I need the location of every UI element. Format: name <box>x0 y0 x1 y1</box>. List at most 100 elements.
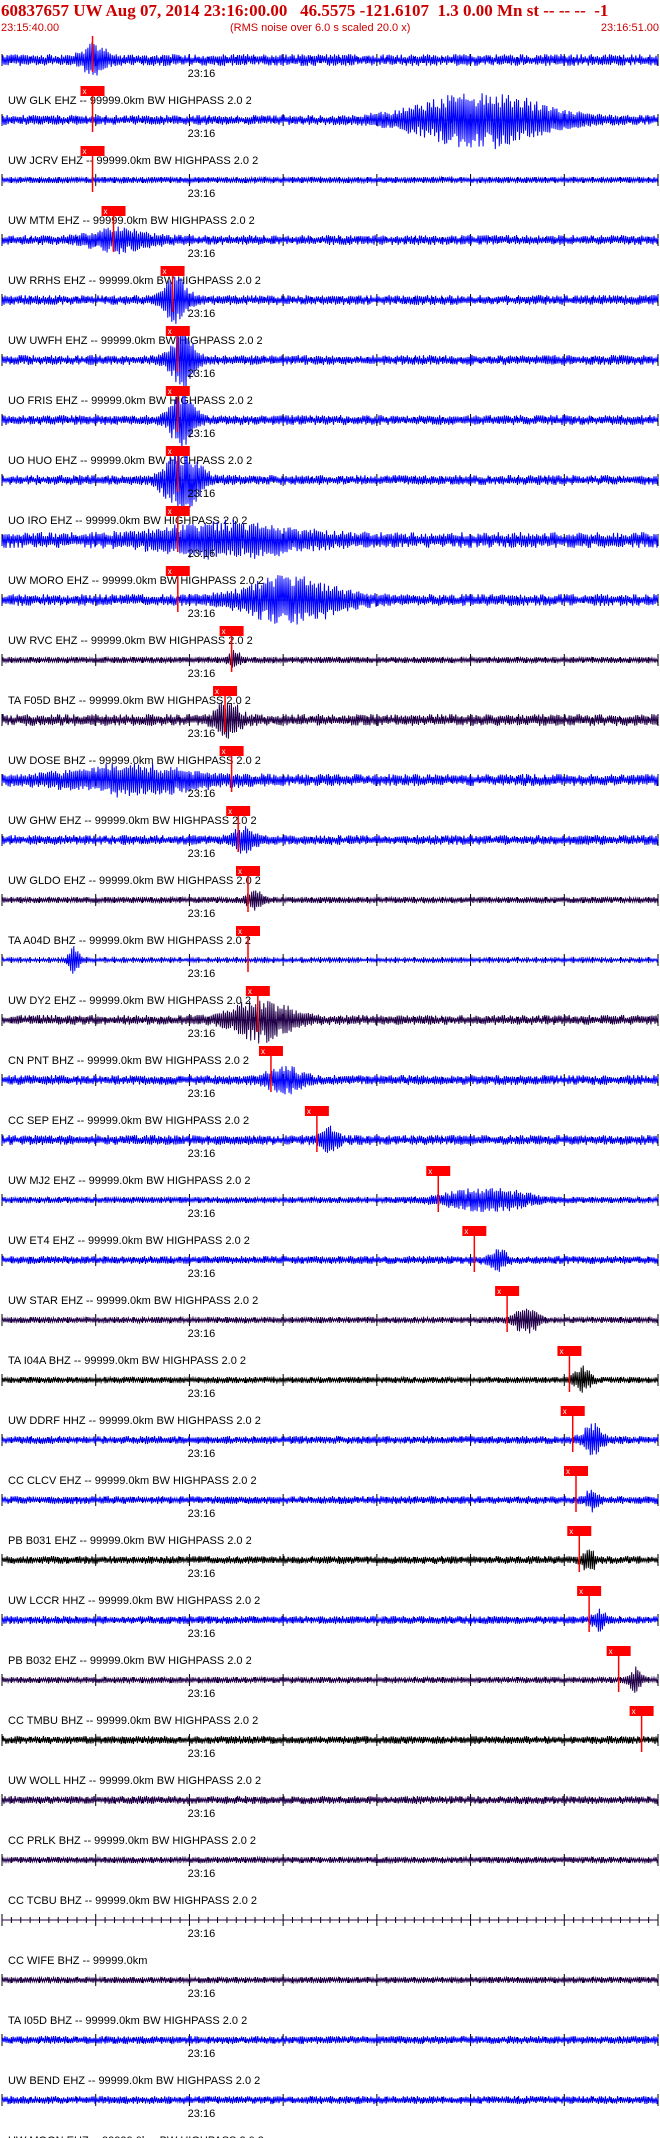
station-label: UW MJ2 EHZ -- 99999.0km BW HIGHPASS 2.0 … <box>8 1175 250 1187</box>
event-title: 60837657 UW Aug 07, 2014 23:16:00.00 46.… <box>1 1 609 20</box>
station-label: UW MTM EHZ -- 99999.0km BW HIGHPASS 2.0 … <box>8 215 255 227</box>
pick-flag-text: x <box>238 867 242 876</box>
time-mark-label: 23:16 <box>188 368 216 380</box>
trace-waveform <box>1 1365 659 1393</box>
pick-flag-text: x <box>563 1407 567 1416</box>
station-label: CC PRLK BHZ -- 99999.0km BW HIGHPASS 2.0… <box>8 1835 256 1847</box>
time-mark-label: 23:16 <box>188 1268 216 1280</box>
station-label: CC CLCV EHZ -- 99999.0km BW HIGHPASS 2.0… <box>8 1475 257 1487</box>
time-mark-label: 23:16 <box>188 308 216 320</box>
time-mark-label: 23:16 <box>188 1868 216 1880</box>
station-label: UW JCRV EHZ -- 99999.0km BW HIGHPASS 2.0… <box>8 155 258 167</box>
time-mark-label: 23:16 <box>188 128 216 140</box>
station-label: CC WIFE BHZ -- 99999.0km <box>8 1955 147 1967</box>
pick-flag-text: x <box>497 1287 501 1296</box>
station-label: CC TMBU BHZ -- 99999.0km BW HIGHPASS 2.0… <box>8 1715 258 1727</box>
pick-flag-text: x <box>228 807 232 816</box>
time-mark-label: 23:16 <box>188 488 216 500</box>
time-mark-label: 23:16 <box>188 1628 216 1640</box>
pick-flag-text: x <box>222 627 226 636</box>
pick-flag-text: x <box>307 1107 311 1116</box>
pick-flag-text: x <box>238 927 242 936</box>
time-mark-label: 23:16 <box>188 788 216 800</box>
pick-flag-text: x <box>168 327 172 336</box>
time-mark-label: 23:16 <box>188 68 216 80</box>
station-label: UW UWFH EHZ -- 99999.0km BW HIGHPASS 2.0… <box>8 335 263 347</box>
trace-waveform <box>1 1000 659 1044</box>
time-mark-label: 23:16 <box>188 1928 216 1940</box>
station-label: TA I05D BHZ -- 99999.0km BW HIGHPASS 2.0… <box>8 2015 247 2027</box>
time-mark-label: 23:16 <box>188 1568 216 1580</box>
pick-flag-text: x <box>569 1527 573 1536</box>
station-label: UW GHW EHZ -- 99999.0km BW HIGHPASS 2.0 … <box>8 815 257 827</box>
station-label: UO IRO EHZ -- 99999.0km BW HIGHPASS 2.0 … <box>8 515 247 527</box>
station-label: TA A04D BHZ -- 99999.0km BW HIGHPASS 2.0… <box>8 935 251 947</box>
station-label: UW DDRF HHZ -- 99999.0km BW HIGHPASS 2.0… <box>8 1415 261 1427</box>
station-label: UW DY2 EHZ -- 99999.0km BW HIGHPASS 2.0 … <box>8 995 251 1007</box>
time-mark-label: 23:16 <box>188 248 216 260</box>
trace-waveform <box>1 1249 659 1272</box>
start-time: 23:15:40.00 <box>1 22 60 34</box>
trace-waveform <box>1 1549 659 1571</box>
time-mark-label: 23:16 <box>188 1808 216 1820</box>
station-label: UW RRHS EHZ -- 99999.0km BW HIGHPASS 2.0… <box>8 275 261 287</box>
time-mark-label: 23:16 <box>188 548 216 560</box>
time-mark-label: 23:16 <box>188 188 216 200</box>
trace-waveform <box>1 826 659 854</box>
time-mark-label: 23:16 <box>188 968 216 980</box>
time-mark-label: 23:16 <box>188 908 216 920</box>
station-label: UW ET4 EHZ -- 99999.0km BW HIGHPASS 2.0 … <box>8 1235 250 1247</box>
time-mark-label: 23:16 <box>188 1508 216 1520</box>
time-mark-label: 23:16 <box>188 1028 216 1040</box>
pick-flag-text: x <box>168 447 172 456</box>
seismogram-plot: x 23:16 UW GLK EHZ -- 99999.0km BW HIGHPAS… <box>1 36 659 2138</box>
time-mark-label: 23:16 <box>188 1148 216 1160</box>
time-mark-label: 23:16 <box>188 428 216 440</box>
trace-waveform <box>1 763 659 798</box>
station-label: UW BEND EHZ -- 99999.0km BW HIGHPASS 2.0… <box>8 2075 260 2087</box>
station-label: UO HUO EHZ -- 99999.0km BW HIGHPASS 2.0 … <box>8 455 252 467</box>
trace-waveform <box>1 1188 659 1213</box>
pick-flag-text: x <box>104 207 108 216</box>
time-mark-label: 23:16 <box>188 2108 216 2120</box>
pick-flag-text: x <box>464 1227 468 1236</box>
trace-waveform <box>1 702 659 739</box>
pick-flag-text: x <box>261 1047 265 1056</box>
pick-flag-text: x <box>579 1587 583 1596</box>
station-label: PB B031 EHZ -- 99999.0km BW HIGHPASS 2.0… <box>8 1535 252 1547</box>
pick-flag-text: x <box>168 507 172 516</box>
time-mark-label: 23:16 <box>188 1448 216 1460</box>
pick-flag-text: x <box>163 267 167 276</box>
station-label: TA I04A BHZ -- 99999.0km BW HIGHPASS 2.0… <box>8 1355 246 1367</box>
pick-flag-text: x <box>83 147 87 156</box>
station-label: CN PNT BHZ -- 99999.0km BW HIGHPASS 2.0 … <box>8 1055 249 1067</box>
time-mark-label: 23:16 <box>188 1208 216 1220</box>
pick-flag-text: x <box>559 1347 563 1356</box>
trace-waveform <box>1 890 659 911</box>
station-label: UW RVC EHZ -- 99999.0km BW HIGHPASS 2.0 … <box>8 635 253 647</box>
station-label: UW STAR EHZ -- 99999.0km BW HIGHPASS 2.0… <box>8 1295 258 1307</box>
trace-waveform <box>1 1975 659 1985</box>
pick-flag-text: x <box>222 747 226 756</box>
time-mark-label: 23:16 <box>188 1328 216 1340</box>
station-label: TA F05D BHZ -- 99999.0km BW HIGHPASS 2.0… <box>8 695 251 707</box>
time-mark-label: 23:16 <box>188 1688 216 1700</box>
trace-waveform <box>1 1608 659 1632</box>
time-mark-label: 23:16 <box>188 2048 216 2060</box>
pick-flag-text: x <box>168 387 172 396</box>
scaling-note: (RMS noise over 6.0 s scaled 20.0 x) <box>230 22 411 34</box>
station-label: UW WOLL HHZ -- 99999.0km BW HIGHPASS 2.0… <box>8 1775 261 1787</box>
time-mark-label: 23:16 <box>188 728 216 740</box>
pick-flag-text: x <box>632 1707 636 1716</box>
trace-waveform <box>1 1065 659 1095</box>
pick-flag-text: x <box>609 1647 613 1656</box>
trace-waveform <box>1 1489 659 1513</box>
end-time: 23:16:51.00 <box>600 22 659 34</box>
station-label: CC SEP EHZ -- 99999.0km BW HIGHPASS 2.0 … <box>8 1115 249 1127</box>
trace-waveform <box>1 946 659 974</box>
pick-flag-text: x <box>215 687 219 696</box>
station-label: UW MORO EHZ -- 99999.0km BW HIGHPASS 2.0… <box>8 575 264 587</box>
pick-flag-text: x <box>168 567 172 576</box>
trace-waveform <box>1 1422 659 1456</box>
time-mark-label: 23:16 <box>188 608 216 620</box>
